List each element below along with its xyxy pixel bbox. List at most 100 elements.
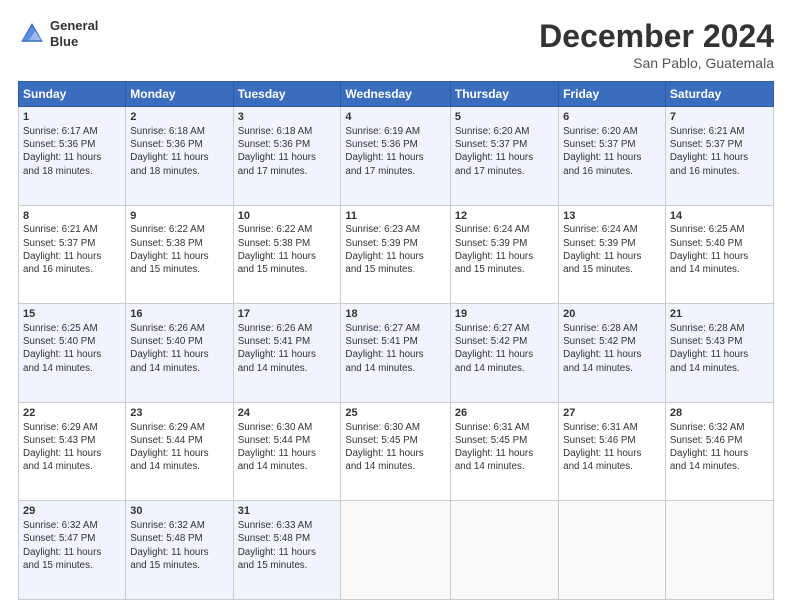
col-friday: Friday (559, 82, 666, 107)
logo-icon (18, 20, 46, 48)
day-info: Sunrise: 6:24 AMSunset: 5:39 PMDaylight:… (455, 223, 554, 276)
day-number: 4 (345, 110, 445, 125)
day-number: 10 (238, 209, 337, 224)
month-title: December 2024 (539, 18, 774, 55)
table-row: 10Sunrise: 6:22 AMSunset: 5:38 PMDayligh… (233, 205, 341, 304)
table-row: 15Sunrise: 6:25 AMSunset: 5:40 PMDayligh… (19, 304, 126, 403)
col-thursday: Thursday (450, 82, 558, 107)
table-row (450, 501, 558, 600)
day-number: 19 (455, 307, 554, 322)
day-info: Sunrise: 6:32 AMSunset: 5:48 PMDaylight:… (130, 519, 228, 572)
day-number: 15 (23, 307, 121, 322)
day-info: Sunrise: 6:26 AMSunset: 5:40 PMDaylight:… (130, 322, 228, 375)
col-monday: Monday (126, 82, 233, 107)
day-number: 28 (670, 406, 769, 421)
day-info: Sunrise: 6:19 AMSunset: 5:36 PMDaylight:… (345, 125, 445, 178)
day-number: 24 (238, 406, 337, 421)
day-info: Sunrise: 6:27 AMSunset: 5:41 PMDaylight:… (345, 322, 445, 375)
day-number: 11 (345, 209, 445, 224)
day-info: Sunrise: 6:27 AMSunset: 5:42 PMDaylight:… (455, 322, 554, 375)
day-info: Sunrise: 6:31 AMSunset: 5:45 PMDaylight:… (455, 421, 554, 474)
day-info: Sunrise: 6:33 AMSunset: 5:48 PMDaylight:… (238, 519, 337, 572)
table-row: 19Sunrise: 6:27 AMSunset: 5:42 PMDayligh… (450, 304, 558, 403)
day-info: Sunrise: 6:30 AMSunset: 5:45 PMDaylight:… (345, 421, 445, 474)
day-info: Sunrise: 6:25 AMSunset: 5:40 PMDaylight:… (23, 322, 121, 375)
table-row: 20Sunrise: 6:28 AMSunset: 5:42 PMDayligh… (559, 304, 666, 403)
table-row: 24Sunrise: 6:30 AMSunset: 5:44 PMDayligh… (233, 402, 341, 501)
header: General Blue December 2024 San Pablo, Gu… (18, 18, 774, 71)
day-number: 27 (563, 406, 661, 421)
day-number: 30 (130, 504, 228, 519)
table-row (665, 501, 773, 600)
title-block: December 2024 San Pablo, Guatemala (539, 18, 774, 71)
day-number: 1 (23, 110, 121, 125)
day-info: Sunrise: 6:17 AMSunset: 5:36 PMDaylight:… (23, 125, 121, 178)
day-info: Sunrise: 6:28 AMSunset: 5:43 PMDaylight:… (670, 322, 769, 375)
table-row (341, 501, 450, 600)
day-info: Sunrise: 6:24 AMSunset: 5:39 PMDaylight:… (563, 223, 661, 276)
table-row: 4Sunrise: 6:19 AMSunset: 5:36 PMDaylight… (341, 107, 450, 206)
table-row: 16Sunrise: 6:26 AMSunset: 5:40 PMDayligh… (126, 304, 233, 403)
day-number: 9 (130, 209, 228, 224)
table-row: 18Sunrise: 6:27 AMSunset: 5:41 PMDayligh… (341, 304, 450, 403)
table-row: 25Sunrise: 6:30 AMSunset: 5:45 PMDayligh… (341, 402, 450, 501)
day-info: Sunrise: 6:23 AMSunset: 5:39 PMDaylight:… (345, 223, 445, 276)
table-row: 21Sunrise: 6:28 AMSunset: 5:43 PMDayligh… (665, 304, 773, 403)
table-row: 31Sunrise: 6:33 AMSunset: 5:48 PMDayligh… (233, 501, 341, 600)
table-row: 5Sunrise: 6:20 AMSunset: 5:37 PMDaylight… (450, 107, 558, 206)
calendar: Sunday Monday Tuesday Wednesday Thursday… (18, 81, 774, 600)
table-row: 7Sunrise: 6:21 AMSunset: 5:37 PMDaylight… (665, 107, 773, 206)
col-saturday: Saturday (665, 82, 773, 107)
logo: General Blue (18, 18, 98, 49)
table-row: 23Sunrise: 6:29 AMSunset: 5:44 PMDayligh… (126, 402, 233, 501)
table-row: 30Sunrise: 6:32 AMSunset: 5:48 PMDayligh… (126, 501, 233, 600)
table-row: 14Sunrise: 6:25 AMSunset: 5:40 PMDayligh… (665, 205, 773, 304)
day-info: Sunrise: 6:21 AMSunset: 5:37 PMDaylight:… (23, 223, 121, 276)
day-number: 14 (670, 209, 769, 224)
table-row: 1Sunrise: 6:17 AMSunset: 5:36 PMDaylight… (19, 107, 126, 206)
col-tuesday: Tuesday (233, 82, 341, 107)
day-info: Sunrise: 6:29 AMSunset: 5:43 PMDaylight:… (23, 421, 121, 474)
day-info: Sunrise: 6:22 AMSunset: 5:38 PMDaylight:… (130, 223, 228, 276)
calendar-row-5: 29Sunrise: 6:32 AMSunset: 5:47 PMDayligh… (19, 501, 774, 600)
day-number: 25 (345, 406, 445, 421)
table-row: 2Sunrise: 6:18 AMSunset: 5:36 PMDaylight… (126, 107, 233, 206)
day-number: 12 (455, 209, 554, 224)
day-number: 22 (23, 406, 121, 421)
col-wednesday: Wednesday (341, 82, 450, 107)
day-info: Sunrise: 6:28 AMSunset: 5:42 PMDaylight:… (563, 322, 661, 375)
table-row: 26Sunrise: 6:31 AMSunset: 5:45 PMDayligh… (450, 402, 558, 501)
day-info: Sunrise: 6:32 AMSunset: 5:47 PMDaylight:… (23, 519, 121, 572)
table-row: 11Sunrise: 6:23 AMSunset: 5:39 PMDayligh… (341, 205, 450, 304)
day-number: 13 (563, 209, 661, 224)
day-info: Sunrise: 6:20 AMSunset: 5:37 PMDaylight:… (455, 125, 554, 178)
table-row: 17Sunrise: 6:26 AMSunset: 5:41 PMDayligh… (233, 304, 341, 403)
day-number: 5 (455, 110, 554, 125)
day-number: 8 (23, 209, 121, 224)
day-number: 31 (238, 504, 337, 519)
calendar-row-2: 8Sunrise: 6:21 AMSunset: 5:37 PMDaylight… (19, 205, 774, 304)
day-number: 18 (345, 307, 445, 322)
table-row: 27Sunrise: 6:31 AMSunset: 5:46 PMDayligh… (559, 402, 666, 501)
day-number: 17 (238, 307, 337, 322)
day-info: Sunrise: 6:22 AMSunset: 5:38 PMDaylight:… (238, 223, 337, 276)
table-row: 8Sunrise: 6:21 AMSunset: 5:37 PMDaylight… (19, 205, 126, 304)
table-row: 3Sunrise: 6:18 AMSunset: 5:36 PMDaylight… (233, 107, 341, 206)
table-row: 22Sunrise: 6:29 AMSunset: 5:43 PMDayligh… (19, 402, 126, 501)
day-number: 3 (238, 110, 337, 125)
table-row: 29Sunrise: 6:32 AMSunset: 5:47 PMDayligh… (19, 501, 126, 600)
col-sunday: Sunday (19, 82, 126, 107)
logo-text: General Blue (50, 18, 98, 49)
calendar-row-3: 15Sunrise: 6:25 AMSunset: 5:40 PMDayligh… (19, 304, 774, 403)
day-info: Sunrise: 6:30 AMSunset: 5:44 PMDaylight:… (238, 421, 337, 474)
table-row: 6Sunrise: 6:20 AMSunset: 5:37 PMDaylight… (559, 107, 666, 206)
day-number: 6 (563, 110, 661, 125)
day-info: Sunrise: 6:32 AMSunset: 5:46 PMDaylight:… (670, 421, 769, 474)
table-row: 28Sunrise: 6:32 AMSunset: 5:46 PMDayligh… (665, 402, 773, 501)
day-info: Sunrise: 6:18 AMSunset: 5:36 PMDaylight:… (238, 125, 337, 178)
day-info: Sunrise: 6:26 AMSunset: 5:41 PMDaylight:… (238, 322, 337, 375)
table-row: 12Sunrise: 6:24 AMSunset: 5:39 PMDayligh… (450, 205, 558, 304)
day-info: Sunrise: 6:29 AMSunset: 5:44 PMDaylight:… (130, 421, 228, 474)
day-number: 7 (670, 110, 769, 125)
day-number: 16 (130, 307, 228, 322)
